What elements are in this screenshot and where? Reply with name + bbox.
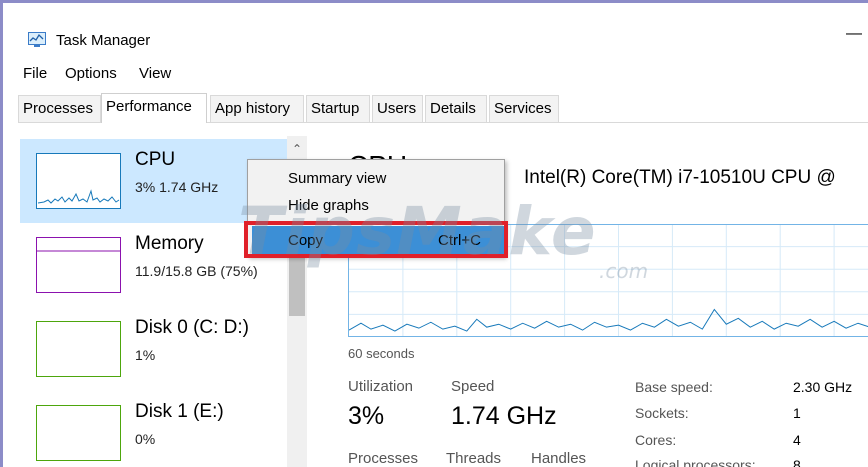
cores-label: Cores: [635,432,677,448]
cpu-thumbnail-graph [36,153,121,209]
logical-processors-label: Logical processors: [635,457,756,467]
disk-1-thumbnail-graph [36,405,121,461]
sockets-value: 1 [793,405,801,421]
resource-name: Disk 1 (E:) [135,401,224,422]
graph-time-caption: 60 seconds [348,346,415,361]
task-manager-window: Task Manager — File Options View Process… [0,0,868,467]
tab-processes[interactable]: Processes [18,95,101,122]
menu-options[interactable]: Options [65,65,117,82]
window-title: Task Manager [56,32,151,49]
tab-bar: Processes Performance App history Startu… [18,93,868,123]
handles-label: Handles [531,450,587,467]
base-speed-value: 2.30 GHz [793,379,853,395]
menu-view[interactable]: View [139,65,171,82]
cpu-model-name: Intel(R) Core(TM) i7-10510U CPU @ [524,167,836,188]
tab-app-history[interactable]: App history [210,95,304,122]
tab-users[interactable]: Users [372,95,423,122]
resource-name: CPU [135,149,176,170]
resource-value: 0% [135,431,156,447]
speed-value: 1.74 GHz [451,402,557,430]
context-menu-hide-graphs[interactable]: Hide graphs [288,197,369,214]
processes-label: Processes [348,450,419,467]
copy-highlight-annotation [244,221,508,258]
tab-startup[interactable]: Startup [306,95,370,122]
context-menu-summary-view[interactable]: Summary view [288,170,386,187]
memory-thumbnail-graph [36,237,121,293]
resource-value: 1% [135,347,156,363]
resource-item-disk-0[interactable]: Disk 0 (C: D:) 1% [20,307,288,391]
scrollbar-thumb[interactable] [289,256,305,316]
logical-processors-value: 8 [793,457,801,467]
task-manager-icon [28,32,46,47]
resource-name: Disk 0 (C: D:) [135,317,249,338]
tab-services[interactable]: Services [489,95,559,122]
utilization-label: Utilization [348,378,414,395]
utilization-value: 3% [348,402,385,430]
resource-list: CPU 3% 1.74 GHz Memory 11.9/15.8 GB (75%… [18,124,288,467]
tab-performance[interactable]: Performance [101,93,207,123]
cores-value: 4 [793,432,801,448]
resource-value: 11.9/15.8 GB (75%) [135,263,258,279]
menu-bar: File Options View [6,61,868,87]
resource-value: 3% 1.74 GHz [135,179,219,195]
resource-item-disk-1[interactable]: Disk 1 (E:) 0% [20,391,288,467]
menu-file[interactable]: File [23,65,47,82]
title-bar: Task Manager — [6,6,868,58]
threads-label: Threads [446,450,502,467]
disk-0-thumbnail-graph [36,321,121,377]
speed-label: Speed [451,378,495,395]
tab-details[interactable]: Details [425,95,487,122]
sockets-label: Sockets: [635,405,689,421]
base-speed-label: Base speed: [635,379,713,395]
resource-name: Memory [135,233,204,254]
minimize-button[interactable]: — [846,24,862,44]
